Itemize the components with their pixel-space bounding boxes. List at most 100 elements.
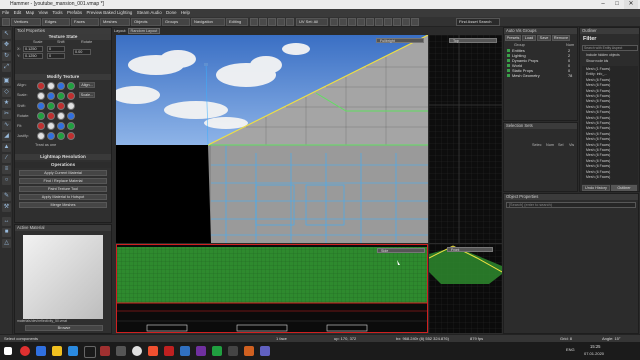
texture-op-icon[interactable] <box>37 102 45 110</box>
outliner-row[interactable]: Mesh (6 Faces) <box>586 126 610 130</box>
front-viewport[interactable]: Front <box>429 244 502 333</box>
nav-icon[interactable] <box>402 18 410 26</box>
outliner-row[interactable]: Mesh (1 Faces) <box>586 67 610 71</box>
toolbar-button-meshes[interactable]: Meshes <box>100 18 130 26</box>
texture-op-icon[interactable] <box>47 102 55 110</box>
outliner-row[interactable]: Mesh (6 Faces) <box>586 105 610 109</box>
top-view-label[interactable]: Top <box>449 38 497 43</box>
apply-hotspot-button[interactable]: Apply Material to Hotspot <box>19 194 107 200</box>
outliner-row[interactable]: Mesh (6 Faces) <box>586 164 610 168</box>
show-node-ids-checkbox[interactable]: Show node ids <box>586 59 608 63</box>
texture-op-icon[interactable] <box>67 132 75 140</box>
snap-icon[interactable] <box>259 18 267 26</box>
select-tool-icon[interactable]: ↖ <box>2 30 11 39</box>
bevel-tool-icon[interactable]: ◢ <box>2 132 11 141</box>
eye-icon[interactable] <box>375 18 383 26</box>
menu-item-edit[interactable]: Edit <box>11 9 23 17</box>
texture-op-icon[interactable] <box>37 82 45 90</box>
perspective-render-mode[interactable]: Fullbright <box>376 38 424 43</box>
edge-icon[interactable] <box>36 346 46 356</box>
top-viewport[interactable]: Top <box>429 35 502 243</box>
rotate-input[interactable]: 0.00 <box>73 49 91 55</box>
menu-item-prefabs[interactable]: Prefabs <box>65 9 85 17</box>
measure-tool-icon[interactable]: ↔ <box>2 217 11 226</box>
align-button[interactable]: Align... <box>79 82 95 88</box>
toolbar-button-groups[interactable]: Groups <box>162 18 190 26</box>
terminal-icon[interactable] <box>228 346 238 356</box>
merge-meshes-button[interactable]: Merge Meshes <box>19 202 107 208</box>
menu-item-map[interactable]: Map <box>23 9 36 17</box>
texture-op-icon[interactable] <box>47 82 55 90</box>
side-view-label[interactable]: Side <box>377 248 425 253</box>
hammer-app-icon[interactable] <box>180 346 190 356</box>
toolbar-button-edges[interactable]: Edges <box>42 18 70 26</box>
hammer-tool-icon[interactable]: ⚒ <box>2 203 11 212</box>
discord-icon[interactable] <box>260 346 270 356</box>
texture-op-icon[interactable] <box>57 132 65 140</box>
chrome-icon[interactable] <box>132 346 142 356</box>
texture-op-icon[interactable] <box>47 132 55 140</box>
menu-item-help[interactable]: Help <box>179 9 192 17</box>
chat-icon[interactable] <box>212 346 222 356</box>
texture-op-icon[interactable] <box>67 112 75 120</box>
vs-icon[interactable] <box>196 346 206 356</box>
front-view-label[interactable]: Front <box>447 247 493 252</box>
media-icon[interactable] <box>100 346 110 356</box>
terrain-tool-icon[interactable]: △ <box>2 239 11 248</box>
menu-item-steam-audio[interactable]: Steam Audio <box>135 9 164 17</box>
texture-op-icon[interactable] <box>57 92 65 100</box>
menu-item-done[interactable]: Done <box>164 9 179 17</box>
perspective-viewport[interactable]: Fullbright <box>116 35 428 243</box>
blender-icon[interactable] <box>244 346 254 356</box>
uv-set-dropdown[interactable]: UV Set: All <box>296 18 328 26</box>
bridge-tool-icon[interactable]: ≡ <box>2 165 11 174</box>
wrench-icon[interactable] <box>348 18 356 26</box>
outliner-row[interactable]: Mesh (6 Faces) <box>586 99 610 103</box>
layout-dropdown[interactable]: Random Layout <box>127 28 161 34</box>
browse-button[interactable]: Browse <box>25 325 103 331</box>
x-shift-input[interactable]: 0 <box>47 46 65 52</box>
block-tool-icon[interactable]: ▣ <box>2 77 11 86</box>
y-scale-input[interactable]: 0.1250 <box>23 53 43 59</box>
keyboard-language[interactable]: ENG <box>566 347 575 352</box>
tool-icon[interactable] <box>116 346 126 356</box>
knife-tool-icon[interactable]: ∕ <box>2 154 11 163</box>
texture-op-icon[interactable] <box>47 122 55 130</box>
outliner-row[interactable]: Mesh (6 Faces) <box>586 159 610 163</box>
toolbar-button-vertices[interactable]: Vertices <box>11 18 41 26</box>
outliner-row[interactable]: Mesh (6 Faces) <box>586 83 610 87</box>
list-item[interactable]: Mesh Geometry 78 <box>504 73 579 78</box>
entity-tool-icon[interactable]: ★ <box>2 99 11 108</box>
firefox-icon[interactable] <box>148 346 158 356</box>
particles-icon[interactable] <box>411 18 419 26</box>
layout-selector[interactable]: Layout: Random Layout <box>114 27 174 35</box>
menu-item-view[interactable]: View <box>36 9 50 17</box>
outliner-row[interactable]: Mesh (6 Faces) <box>586 78 610 82</box>
y-shift-input[interactable]: 0 <box>47 53 65 59</box>
undo-history-tab[interactable]: Undo History <box>582 185 610 191</box>
extrude-tool-icon[interactable]: ▲ <box>2 143 11 152</box>
start-icon[interactable] <box>4 347 12 355</box>
close-button[interactable]: ✕ <box>624 0 638 9</box>
app-icon[interactable] <box>68 346 78 356</box>
texture-op-icon[interactable] <box>57 102 65 110</box>
texture-op-icon[interactable] <box>47 112 55 120</box>
texture-icon[interactable] <box>384 18 392 26</box>
presets-button[interactable]: Presets <box>505 35 521 41</box>
remove-button[interactable]: Remove <box>552 35 570 41</box>
rotate-tool-icon[interactable]: ↻ <box>2 52 11 61</box>
sound-icon[interactable] <box>393 18 401 26</box>
yandex-icon[interactable] <box>164 346 174 356</box>
texture-op-icon[interactable] <box>37 132 45 140</box>
toolbar-button-editing[interactable]: Editing <box>226 18 248 26</box>
texture-op-icon[interactable] <box>67 82 75 90</box>
load-button[interactable]: Load <box>522 35 536 41</box>
minimize-button[interactable]: – <box>596 0 610 9</box>
side-viewport[interactable]: Side <box>116 244 428 333</box>
outliner-row[interactable]: Mesh (6 Faces) <box>586 143 610 147</box>
light-icon[interactable] <box>286 18 294 26</box>
clock-date[interactable]: 07.01.2020 <box>584 351 604 356</box>
cube-icon[interactable] <box>268 18 276 26</box>
object-properties-search[interactable]: [Search] (enter to search) <box>506 202 636 208</box>
texture-op-icon[interactable] <box>57 122 65 130</box>
